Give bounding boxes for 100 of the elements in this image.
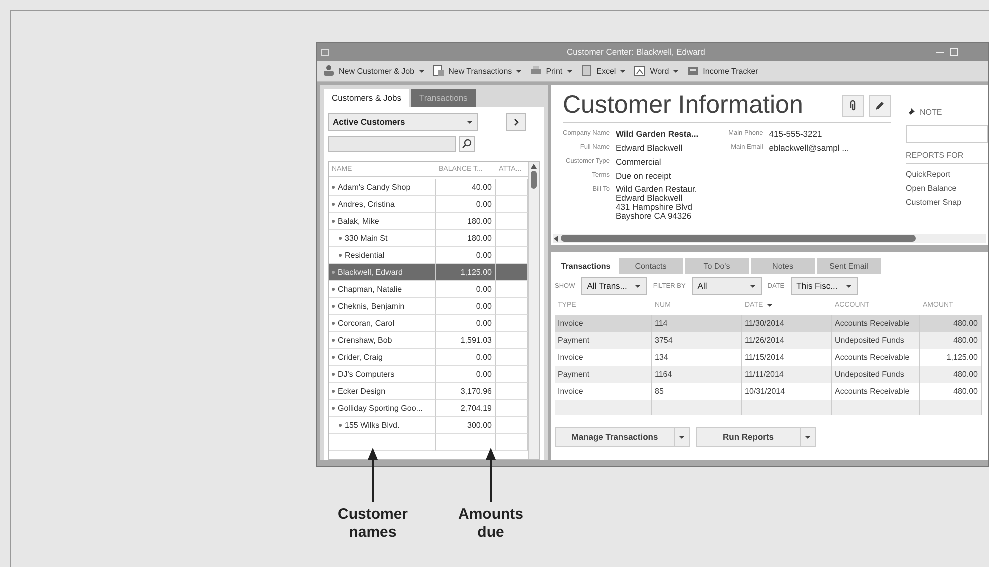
table-cell: 85 — [652, 383, 742, 400]
table-cell: Accounts Receivable — [832, 383, 920, 400]
address-line: Bayshore CA 94326 — [616, 212, 693, 221]
note-field[interactable] — [906, 125, 988, 143]
balance-cell: 0.00 — [436, 196, 496, 213]
customer-name-cell[interactable]: Golliday Sporting Goo... — [329, 400, 436, 417]
scrollbar[interactable] — [528, 162, 539, 459]
toolbar-button[interactable]: Word — [634, 65, 680, 77]
toolbar-button[interactable]: New Customer & Job — [323, 65, 425, 77]
balance-cell: 0.00 — [436, 366, 496, 383]
report-link[interactable]: QuickReport — [906, 170, 988, 179]
attach-button[interactable] — [842, 94, 864, 116]
caret-icon — [846, 284, 852, 288]
paperclip-icon — [849, 100, 857, 111]
toolbar-button[interactable]: Excel — [580, 65, 626, 77]
arrow — [368, 448, 378, 502]
balance-cell: 180.00 — [436, 213, 496, 230]
caret-icon — [805, 436, 811, 438]
toolbar-button[interactable]: Print — [530, 65, 573, 77]
table-cell — [436, 434, 496, 451]
table-cell: Invoice — [555, 315, 652, 332]
caret-icon — [635, 284, 642, 288]
balance-cell: 0.00 — [436, 315, 496, 332]
report-link[interactable]: Open Balance — [906, 184, 988, 193]
balance-cell: 3,170.96 — [436, 383, 496, 400]
customer-name-cell[interactable]: Adam's Candy Shop — [329, 179, 436, 196]
table-cell: 11/30/2014 — [742, 315, 832, 332]
balance-cell: 0.00 — [436, 349, 496, 366]
customer-name-cell[interactable]: Chapman, Natalie — [329, 281, 436, 298]
toolbar-button[interactable]: New Transactions — [432, 65, 522, 77]
toolbar-button[interactable]: Income Tracker — [687, 65, 758, 77]
customer-name-cell[interactable]: Crider, Craig — [329, 349, 436, 366]
form-icon — [432, 65, 445, 77]
scroll-thumb[interactable] — [531, 171, 537, 189]
table-cell: Accounts Receivable — [832, 349, 920, 366]
customer-name-cell[interactable]: Ecker Design — [329, 383, 436, 400]
filter-dropdown[interactable]: All — [692, 277, 762, 295]
customer-name-cell[interactable]: Crenshaw, Bob — [329, 332, 436, 349]
balance-cell: 2,704.19 — [436, 400, 496, 417]
table-cell: Undeposited Funds — [832, 366, 920, 383]
report-link[interactable]: Customer Snap — [906, 198, 988, 207]
search-button[interactable] — [459, 136, 475, 152]
callout-label: Customer names — [338, 506, 408, 542]
scrollbar[interactable] — [553, 234, 986, 243]
chevron-right-icon — [514, 118, 518, 126]
field-value: Edward Blackwell — [616, 143, 684, 153]
action-button[interactable]: Manage Transactions — [555, 427, 690, 447]
field-value: Due on receipt — [616, 171, 672, 181]
reports-heading: REPORTS FOR — [906, 151, 988, 164]
filter-dropdown[interactable]: This Fisc... — [790, 277, 858, 295]
balance-cell: 0.00 — [436, 281, 496, 298]
table-cell: Accounts Receivable — [832, 315, 920, 332]
tab[interactable]: To Do's — [685, 258, 749, 274]
customer-name-cell[interactable]: Blackwell, Edward — [329, 264, 436, 281]
balance-cell: 300.00 — [436, 417, 496, 434]
table-cell: Undeposited Funds — [832, 332, 920, 349]
customer-name-cell[interactable]: Balak, Mike — [329, 213, 436, 230]
scroll-left-icon[interactable] — [553, 236, 559, 242]
field-value: Commercial — [616, 157, 662, 167]
table-cell: 3754 — [652, 332, 742, 349]
action-button[interactable]: Run Reports — [696, 427, 816, 447]
customer-name-cell[interactable]: 155 Wilks Blvd. — [329, 417, 436, 434]
tab[interactable]: Notes — [751, 258, 815, 274]
tab[interactable]: Contacts — [619, 258, 683, 274]
filter-dropdown[interactable]: Active Customers — [328, 113, 478, 131]
field-value: 415-555-3221 — [769, 129, 824, 139]
spreadsheet-icon — [580, 65, 593, 77]
note-heading: NOTE — [920, 108, 942, 116]
table-cell: 1164 — [652, 366, 742, 383]
customer-name-cell[interactable]: Cheknis, Benjamin — [329, 298, 436, 315]
scroll-thumb[interactable] — [561, 235, 916, 242]
caret-icon — [679, 436, 685, 438]
customer-name-cell[interactable]: Corcoran, Carol — [329, 315, 436, 332]
field-value: eblackwell@sampl ... — [769, 143, 850, 153]
person-icon — [323, 65, 335, 77]
customer-name-cell[interactable]: Andres, Cristina — [329, 196, 436, 213]
table-cell: 11/11/2014 — [742, 366, 832, 383]
address-line: Wild Garden Restaur. — [616, 185, 698, 194]
expand-button[interactable] — [506, 113, 526, 131]
customer-name-cell[interactable]: DJ's Computers — [329, 366, 436, 383]
scroll-up-icon[interactable] — [531, 164, 537, 169]
caret-icon — [750, 284, 756, 288]
customer-name-cell[interactable]: 330 Main St — [329, 230, 436, 247]
address-line: 431 Hampshire Blvd — [616, 203, 694, 212]
address-line: Edward Blackwell — [616, 194, 684, 203]
maximize-icon[interactable] — [950, 48, 958, 56]
search-field[interactable] — [328, 136, 456, 152]
table-cell: Payment — [555, 366, 652, 383]
table-cell — [920, 400, 982, 415]
tab[interactable]: Sent Email — [817, 258, 881, 274]
panel-title: Customer Information — [563, 91, 804, 120]
filter-dropdown[interactable]: All Trans... — [581, 277, 648, 295]
table-cell: 480.00 — [920, 366, 982, 383]
edit-button[interactable] — [869, 94, 891, 116]
table-cell: 114 — [652, 315, 742, 332]
tab[interactable]: Customers & Jobs — [324, 89, 410, 107]
callout-label: Amounts due — [458, 506, 524, 542]
printer-icon — [530, 65, 542, 77]
document-icon — [634, 65, 646, 77]
field-value: Wild Garden Resta... — [616, 129, 699, 139]
